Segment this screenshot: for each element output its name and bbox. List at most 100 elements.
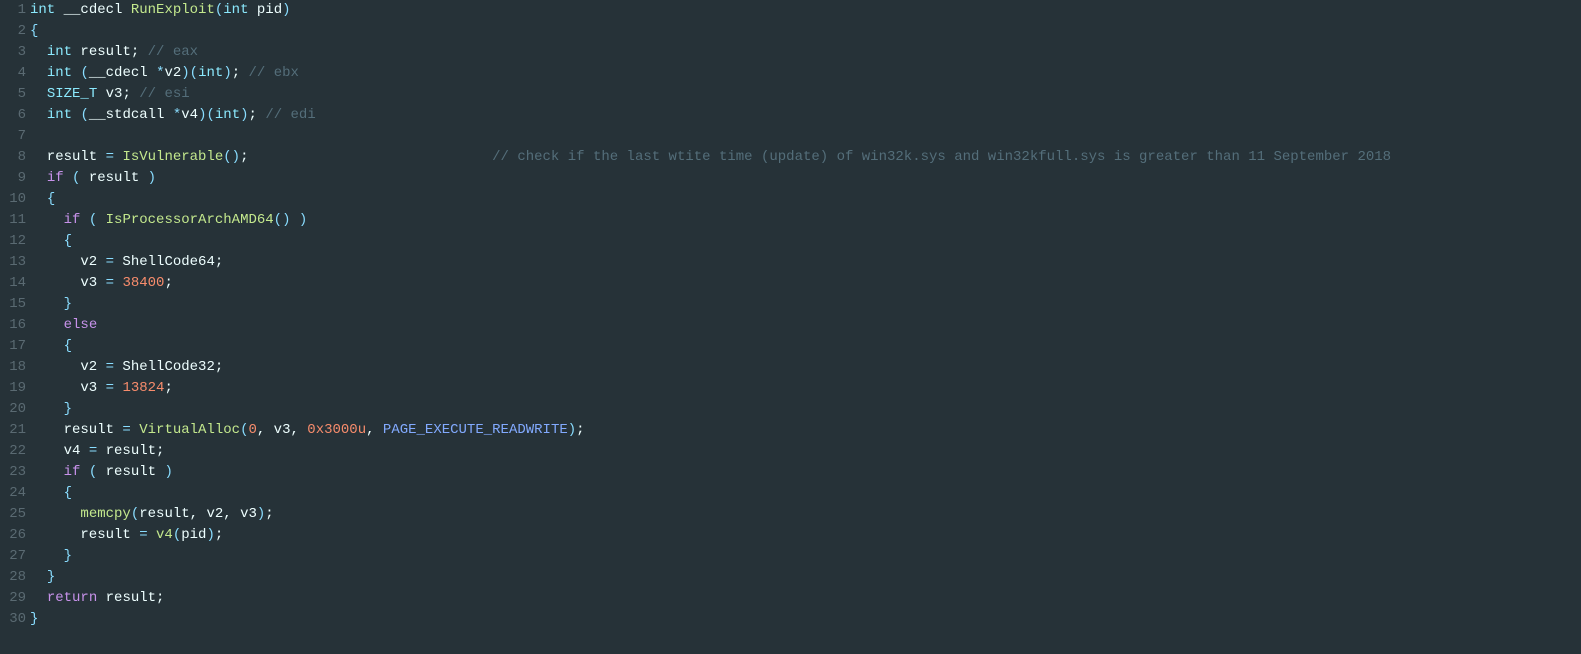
code-line[interactable]: SIZE_T v3; // esi xyxy=(30,84,1581,105)
token-default: v2 xyxy=(30,359,106,375)
token-default xyxy=(97,212,105,228)
code-line[interactable]: if ( result ) xyxy=(30,168,1581,189)
code-line[interactable]: int __cdecl RunExploit(int pid) xyxy=(30,0,1581,21)
token-paren: { xyxy=(64,233,72,249)
line-number: 7 xyxy=(0,126,26,147)
code-line[interactable]: { xyxy=(30,21,1581,42)
token-paren: ) xyxy=(240,107,248,123)
token-paren: } xyxy=(64,296,72,312)
code-line[interactable]: { xyxy=(30,189,1581,210)
token-default xyxy=(290,212,298,228)
code-line[interactable]: } xyxy=(30,399,1581,420)
token-default xyxy=(30,548,64,564)
token-default xyxy=(30,296,64,312)
token-default: v2 xyxy=(164,65,181,81)
code-line[interactable]: v3 = 38400; xyxy=(30,273,1581,294)
code-line[interactable]: v3 = 13824; xyxy=(30,378,1581,399)
token-fn-name: RunExploit xyxy=(131,2,215,18)
token-default: ; xyxy=(265,506,273,522)
code-line[interactable]: if ( result ) xyxy=(30,462,1581,483)
token-cmt: // ebx xyxy=(249,65,299,81)
token-cmt: // edi xyxy=(265,107,315,123)
token-const: PAGE_EXECUTE_READWRITE xyxy=(383,422,568,438)
line-number-gutter: 1234567891011121314151617181920212223242… xyxy=(0,0,28,654)
code-editor[interactable]: 1234567891011121314151617181920212223242… xyxy=(0,0,1581,654)
code-line[interactable]: { xyxy=(30,231,1581,252)
token-default: v3 xyxy=(30,380,106,396)
code-line[interactable] xyxy=(30,126,1581,147)
token-paren: () xyxy=(274,212,291,228)
token-kw-type: int xyxy=(198,65,223,81)
token-kw-type: int xyxy=(47,107,72,123)
code-line[interactable]: if ( IsProcessorArchAMD64() ) xyxy=(30,210,1581,231)
token-default xyxy=(64,170,72,186)
token-kw-ctrl: if xyxy=(47,170,64,186)
token-default: result xyxy=(80,170,147,186)
line-number: 16 xyxy=(0,315,26,336)
code-line[interactable]: v2 = ShellCode32; xyxy=(30,357,1581,378)
code-line[interactable]: } xyxy=(30,609,1581,630)
line-number: 29 xyxy=(0,588,26,609)
token-default: ; xyxy=(232,65,249,81)
token-paren: ( xyxy=(173,527,181,543)
token-paren: )( xyxy=(198,107,215,123)
code-line[interactable]: return result; xyxy=(30,588,1581,609)
line-number: 1 xyxy=(0,0,26,21)
code-line[interactable]: else xyxy=(30,315,1581,336)
token-kw-op: = xyxy=(106,149,114,165)
code-line[interactable]: int (__cdecl *v2)(int); // ebx xyxy=(30,63,1581,84)
line-number: 21 xyxy=(0,420,26,441)
token-default: result; xyxy=(72,44,148,60)
line-number: 27 xyxy=(0,546,26,567)
line-number: 6 xyxy=(0,105,26,126)
token-fn-call: IsVulnerable xyxy=(122,149,223,165)
token-paren: ) xyxy=(148,170,156,186)
token-default: result; xyxy=(97,590,164,606)
token-kw-type: int xyxy=(30,2,55,18)
code-line[interactable]: result = IsVulnerable(); // check if the… xyxy=(30,147,1581,168)
code-line[interactable]: result = v4(pid); xyxy=(30,525,1581,546)
code-line[interactable]: } xyxy=(30,294,1581,315)
token-kw-type: int xyxy=(47,44,72,60)
line-number: 30 xyxy=(0,609,26,630)
token-paren: } xyxy=(47,569,55,585)
token-fn-call: VirtualAlloc xyxy=(139,422,240,438)
code-line[interactable]: v4 = result; xyxy=(30,441,1581,462)
token-default: result, v2, v3 xyxy=(139,506,257,522)
line-number: 26 xyxy=(0,525,26,546)
token-default: , xyxy=(366,422,383,438)
code-line[interactable]: result = VirtualAlloc(0, v3, 0x3000u, PA… xyxy=(30,420,1581,441)
token-kw-type: int xyxy=(47,65,72,81)
token-default xyxy=(30,233,64,249)
token-fn-call: v4 xyxy=(156,527,173,543)
line-number: 9 xyxy=(0,168,26,189)
line-number: 23 xyxy=(0,462,26,483)
code-line[interactable]: memcpy(result, v2, v3); xyxy=(30,504,1581,525)
code-line[interactable]: int result; // eax xyxy=(30,42,1581,63)
token-default: __stdcall xyxy=(89,107,173,123)
code-area[interactable]: int __cdecl RunExploit(int pid) { int res… xyxy=(28,0,1581,654)
code-line[interactable]: { xyxy=(30,483,1581,504)
token-default: v3; xyxy=(97,86,139,102)
token-kw-ctrl: if xyxy=(64,212,81,228)
token-default xyxy=(30,569,47,585)
code-line[interactable]: int (__stdcall *v4)(int); // edi xyxy=(30,105,1581,126)
token-paren: ( xyxy=(80,107,88,123)
token-fn-call: memcpy xyxy=(80,506,130,522)
code-line[interactable]: { xyxy=(30,336,1581,357)
token-default xyxy=(30,464,64,480)
code-line[interactable]: v2 = ShellCode64; xyxy=(30,252,1581,273)
line-number: 14 xyxy=(0,273,26,294)
code-line[interactable]: } xyxy=(30,546,1581,567)
token-paren: ) xyxy=(206,527,214,543)
token-kw-op: = xyxy=(89,443,97,459)
code-line[interactable]: } xyxy=(30,567,1581,588)
line-number: 24 xyxy=(0,483,26,504)
line-number: 2 xyxy=(0,21,26,42)
token-kw-op: = xyxy=(106,275,114,291)
token-paren: { xyxy=(30,23,38,39)
line-number: 10 xyxy=(0,189,26,210)
token-default xyxy=(30,44,47,60)
token-paren: ) xyxy=(299,212,307,228)
token-paren: { xyxy=(47,191,55,207)
